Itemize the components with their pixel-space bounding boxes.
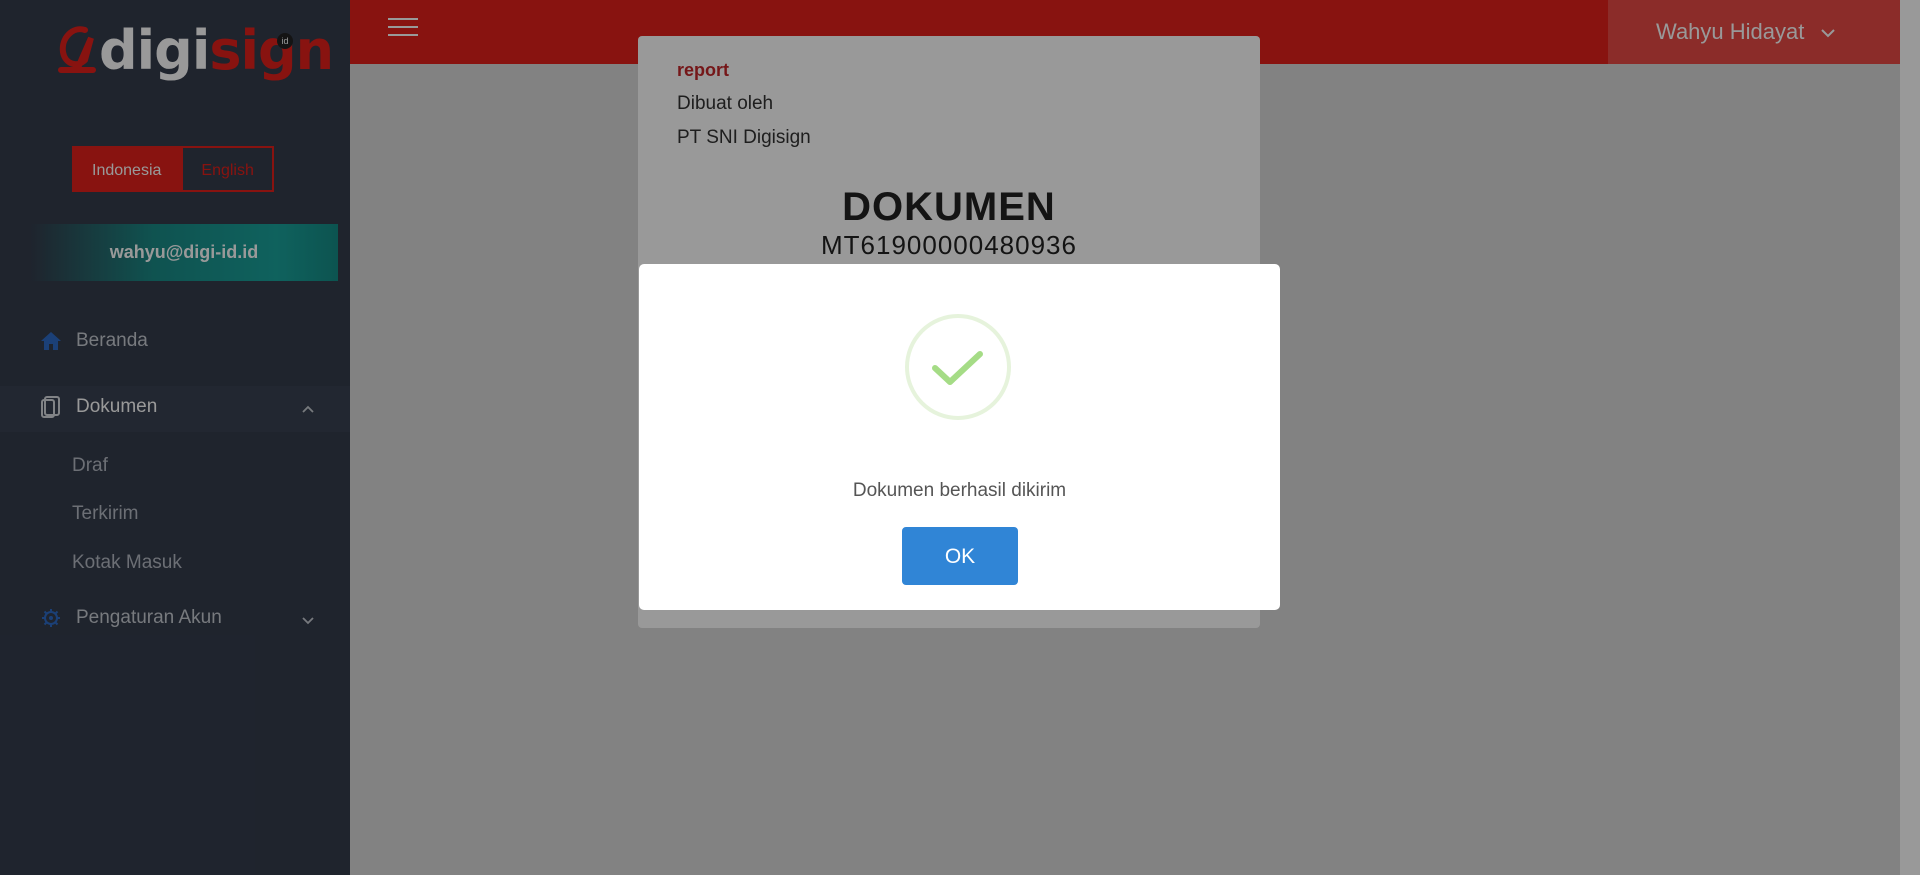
success-check-icon bbox=[905, 314, 1011, 420]
dialog-message: Dokumen berhasil dikirim bbox=[852, 480, 1067, 501]
success-dialog: Dokumen berhasil dikirim OK bbox=[639, 264, 1280, 610]
ok-button[interactable]: OK bbox=[902, 527, 1018, 585]
